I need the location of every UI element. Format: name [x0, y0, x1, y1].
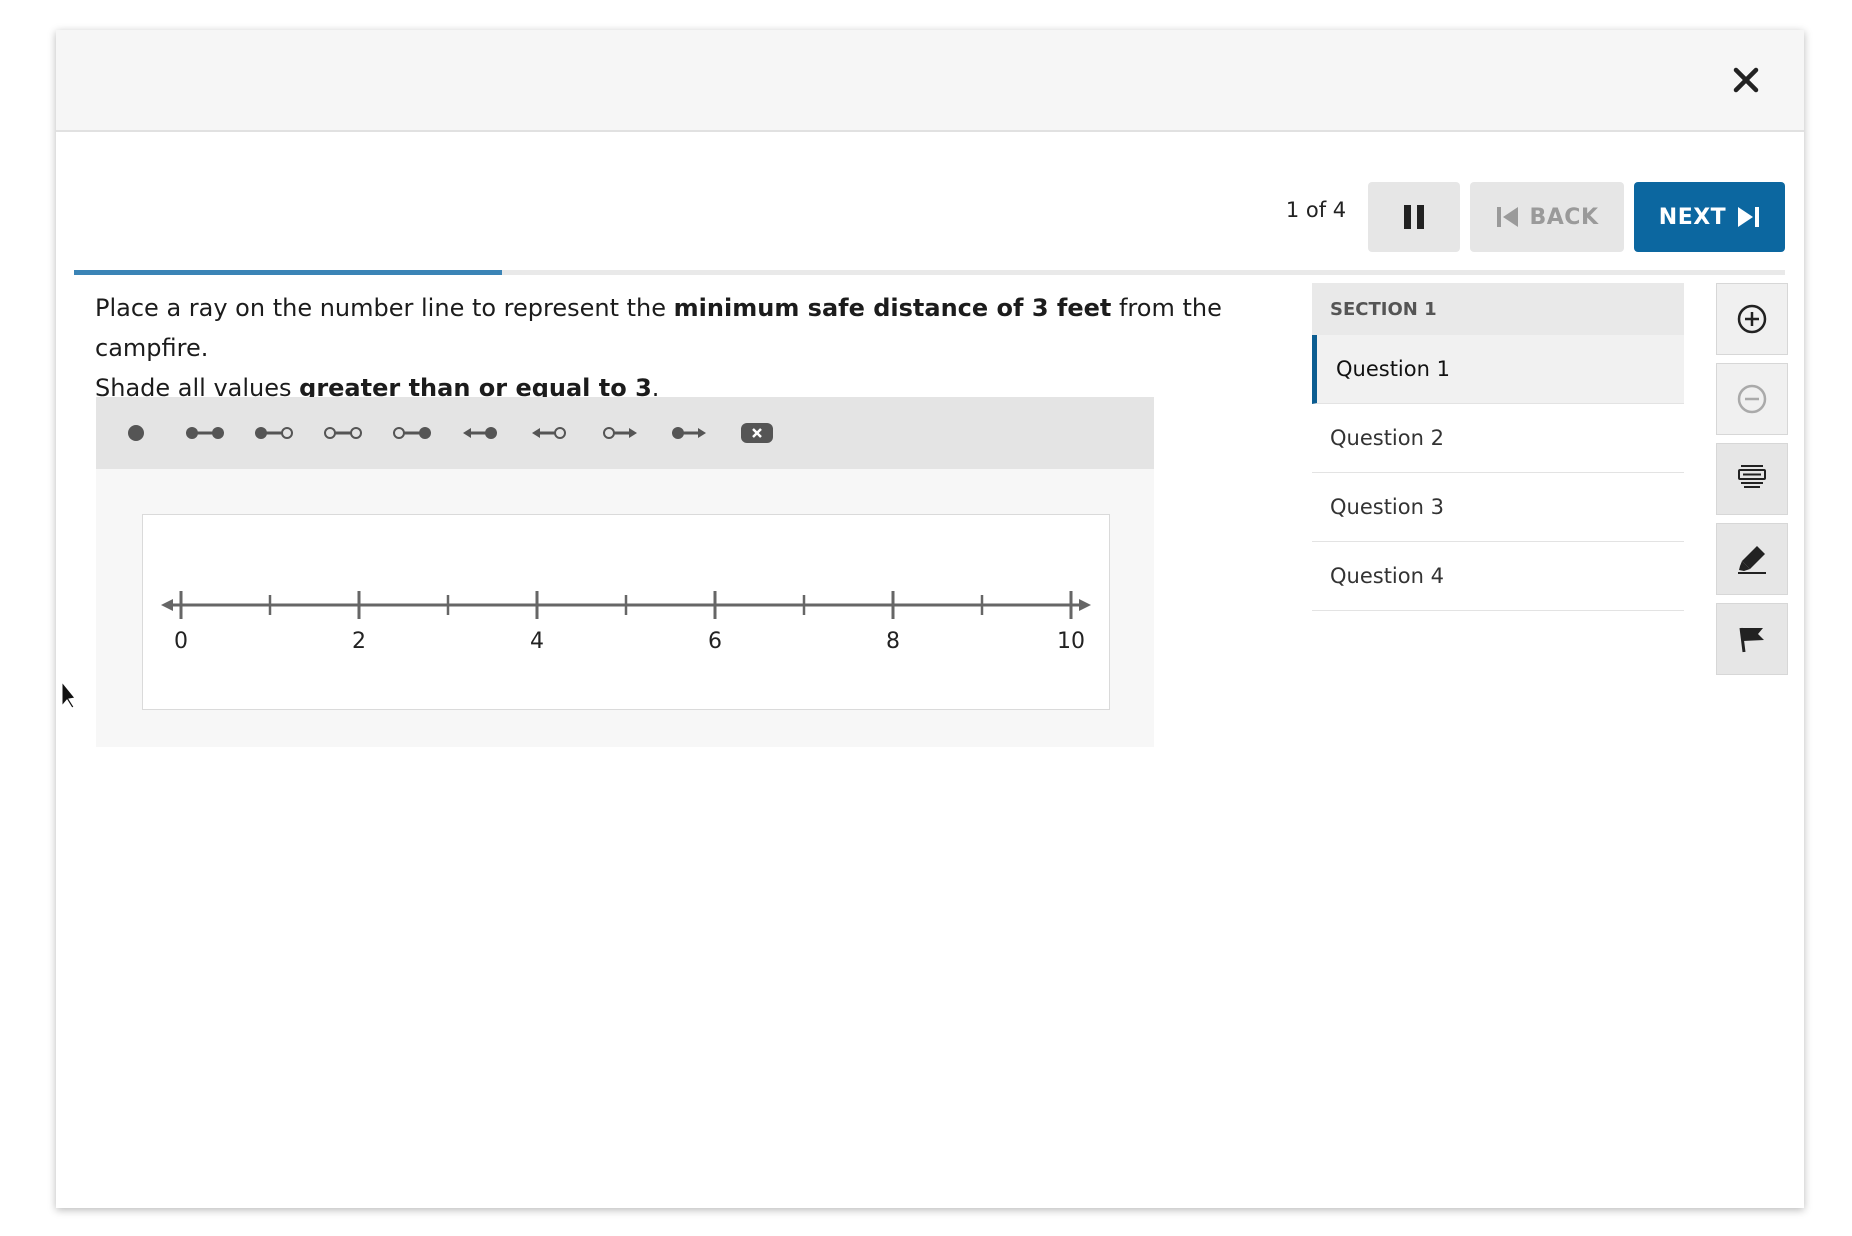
number-line-interaction: 0 2 4 6 8 10 — [96, 397, 1154, 747]
back-button[interactable]: BACK — [1470, 182, 1624, 252]
close-button[interactable] — [1724, 58, 1768, 102]
delete-icon[interactable] — [729, 409, 785, 457]
navigation-bar: 1 of 4 BACK NEXT — [56, 132, 1804, 252]
right-ray-open-icon[interactable] — [591, 409, 647, 457]
tick-label: 4 — [530, 629, 544, 654]
pause-icon — [1404, 205, 1424, 229]
question-counter: 1 of 4 — [1285, 198, 1347, 222]
zoom-in-icon — [1737, 304, 1767, 334]
progress-bar — [74, 270, 1785, 275]
closed-closed-segment-icon[interactable] — [177, 409, 233, 457]
closed-open-segment-icon[interactable] — [246, 409, 302, 457]
skip-forward-icon — [1738, 207, 1760, 227]
left-ray-open-icon[interactable] — [522, 409, 578, 457]
left-arrow-icon — [161, 599, 173, 611]
pause-button[interactable] — [1368, 182, 1460, 252]
section-header: SECTION 1 — [1312, 283, 1684, 335]
zoom-in-button[interactable] — [1716, 283, 1788, 355]
question-navigator: SECTION 1 Question 1 Question 2 Question… — [1312, 283, 1684, 611]
number-line-graph[interactable]: 0 2 4 6 8 10 — [142, 514, 1110, 710]
zoom-out-button[interactable] — [1716, 363, 1788, 435]
open-closed-segment-icon[interactable] — [384, 409, 440, 457]
progress-bar-fill — [74, 270, 502, 275]
mouse-cursor-icon — [61, 680, 76, 709]
number-line-svg[interactable]: 0 2 4 6 8 10 — [143, 515, 1109, 709]
question-item-3[interactable]: Question 3 — [1312, 473, 1684, 542]
tick-label: 0 — [174, 629, 188, 654]
flag-button[interactable] — [1716, 603, 1788, 675]
question-item-2[interactable]: Question 2 — [1312, 404, 1684, 473]
close-icon — [1733, 67, 1759, 93]
highlighter-icon — [1738, 546, 1766, 574]
open-open-segment-icon[interactable] — [315, 409, 371, 457]
point-tool-icon[interactable] — [108, 409, 164, 457]
question-prompt: Place a ray on the number line to repres… — [95, 288, 1335, 408]
next-button[interactable]: NEXT — [1634, 182, 1785, 252]
next-label: NEXT — [1658, 204, 1727, 230]
prompt-emphasis: minimum safe distance of 3 feet — [673, 294, 1112, 322]
tick-label: 6 — [708, 629, 722, 654]
skip-back-icon — [1496, 207, 1518, 227]
tick-label: 2 — [352, 629, 366, 654]
left-ray-closed-icon[interactable] — [453, 409, 509, 457]
question-item-4[interactable]: Question 4 — [1312, 542, 1684, 611]
highlighter-button[interactable] — [1716, 523, 1788, 595]
right-arrow-icon — [1079, 599, 1091, 611]
line-reader-icon — [1738, 465, 1766, 488]
flag-icon — [1739, 627, 1764, 653]
side-toolbar — [1716, 283, 1788, 683]
zoom-out-icon — [1737, 384, 1767, 414]
right-ray-closed-icon[interactable] — [660, 409, 716, 457]
prompt-text: Place a ray on the number line to repres… — [95, 294, 674, 322]
number-line-toolbar — [96, 397, 1154, 469]
question-item-1[interactable]: Question 1 — [1312, 335, 1684, 404]
modal-header — [56, 30, 1804, 132]
back-label: BACK — [1529, 204, 1599, 230]
test-modal: 1 of 4 BACK NEXT Place a ray on the numb… — [56, 30, 1804, 1208]
tick-label: 10 — [1057, 629, 1085, 654]
tick-label: 8 — [886, 629, 900, 654]
line-reader-button[interactable] — [1716, 443, 1788, 515]
